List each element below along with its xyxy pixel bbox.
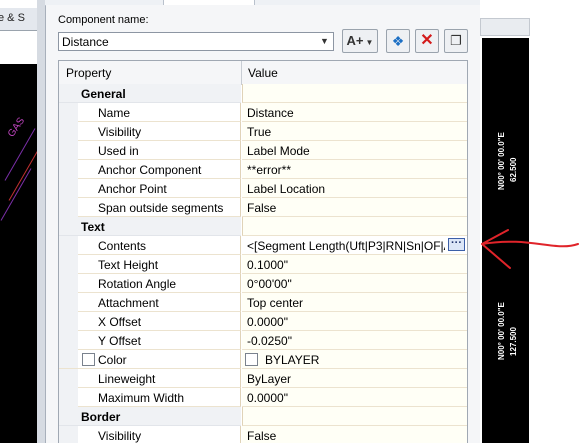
property-grid: Property Value − General Name Distance V… bbox=[58, 60, 468, 443]
cad-line bbox=[8, 148, 37, 201]
property-row-contents[interactable]: Contents <[Segment Length(Uft|P3|RN|Sn|O… bbox=[59, 236, 467, 255]
property-row-anchor-component[interactable]: Anchor Component **error** bbox=[59, 160, 467, 179]
dropdown-arrow-icon: ▼ bbox=[365, 38, 374, 47]
property-value[interactable]: Distance bbox=[247, 106, 294, 120]
property-row-y-offset[interactable]: Y Offset -0.0250" bbox=[59, 331, 467, 350]
delete-component-icon: ✕ bbox=[420, 32, 434, 49]
property-value[interactable]: False bbox=[247, 201, 276, 215]
add-text-icon: A+ bbox=[346, 33, 364, 48]
preview-bearing-text: N00° 00' 00.0"E bbox=[497, 302, 506, 360]
left-window-tab[interactable]: e & S bbox=[0, 8, 37, 31]
property-value[interactable]: 0°00'00" bbox=[247, 277, 292, 291]
component-name-label: Component name: bbox=[58, 14, 149, 26]
property-value[interactable]: 0.1000" bbox=[247, 258, 288, 272]
left-cad-viewport[interactable]: GAS bbox=[0, 64, 37, 443]
category-label: Text bbox=[81, 220, 105, 234]
component-name-value: Distance bbox=[62, 35, 109, 49]
property-row-anchor-point[interactable]: Anchor Point Label Location bbox=[59, 179, 467, 198]
component-name-select[interactable]: Distance ▼ bbox=[58, 32, 334, 51]
property-row-lineweight[interactable]: Lineweight ByLayer bbox=[59, 369, 467, 388]
property-name: Text Height bbox=[98, 258, 159, 272]
property-row-color[interactable]: Color BYLAYER bbox=[59, 350, 467, 369]
property-value[interactable]: ByLayer bbox=[247, 372, 291, 386]
property-value[interactable]: **error** bbox=[247, 163, 291, 177]
preview-toolbar bbox=[480, 18, 530, 36]
property-value[interactable]: Label Location bbox=[247, 182, 325, 196]
property-name: X Offset bbox=[98, 315, 142, 329]
property-name: Anchor Component bbox=[98, 163, 202, 177]
color-swatch bbox=[245, 353, 258, 366]
category-text[interactable]: − Text bbox=[59, 217, 467, 236]
cad-line bbox=[0, 168, 32, 221]
grid-header: Property Value bbox=[59, 61, 467, 85]
property-row-maximum-width[interactable]: Maximum Width 0.0000" bbox=[59, 388, 467, 407]
delete-component-button[interactable]: ✕ bbox=[415, 29, 439, 53]
property-row-used-in[interactable]: Used in Label Mode bbox=[59, 141, 467, 160]
add-component-button[interactable]: A+ ▼ bbox=[342, 29, 378, 53]
copy-component-icon: ❖ bbox=[391, 33, 405, 49]
property-value[interactable]: 0.0000" bbox=[247, 315, 288, 329]
ellipsis-button[interactable]: ··· bbox=[448, 238, 465, 251]
property-row-span-outside[interactable]: Span outside segments False bbox=[59, 198, 467, 217]
header-value: Value bbox=[248, 66, 278, 80]
label-style-layout-panel: Component name: Distance ▼ A+ ▼ ❖ ✕ ❐ Pro… bbox=[46, 5, 480, 443]
copy-component-button[interactable]: ❖ bbox=[386, 29, 410, 53]
property-name: Visibility bbox=[98, 429, 142, 443]
header-property: Property bbox=[66, 66, 112, 80]
property-row-x-offset[interactable]: X Offset 0.0000" bbox=[59, 312, 467, 331]
component-draw-order-icon: ❐ bbox=[450, 33, 462, 48]
property-name: Span outside segments bbox=[98, 201, 224, 215]
category-label: General bbox=[81, 87, 126, 101]
property-value[interactable]: -0.0250" bbox=[247, 334, 292, 348]
preview-distance-text: 62.500 bbox=[509, 157, 518, 182]
cad-line bbox=[4, 128, 36, 181]
dialog-frame-border bbox=[37, 0, 46, 443]
property-value[interactable]: BYLAYER bbox=[265, 353, 319, 367]
property-name: Maximum Width bbox=[98, 391, 185, 405]
preview-bearing-text: N00° 00' 00.0"E bbox=[497, 132, 506, 190]
contents-value[interactable]: <[Segment Length(Uft|P3|RN|Sn|OF|AP|GC|U… bbox=[247, 239, 445, 253]
left-tab-text: e & S bbox=[0, 12, 25, 24]
property-name: Rotation Angle bbox=[98, 277, 177, 291]
draw-order-button[interactable]: ❐ bbox=[444, 29, 468, 53]
property-row-attachment[interactable]: Attachment Top center bbox=[59, 293, 467, 312]
property-row-rotation-angle[interactable]: Rotation Angle 0°00'00" bbox=[59, 274, 467, 293]
property-name: Used in bbox=[98, 144, 139, 158]
header-separator[interactable] bbox=[241, 61, 242, 84]
category-border[interactable]: − Border bbox=[59, 407, 467, 426]
property-value[interactable]: True bbox=[247, 125, 271, 139]
annotation-arrow-icon bbox=[481, 229, 579, 269]
chevron-down-icon[interactable]: ▼ bbox=[317, 34, 332, 49]
property-name: Lineweight bbox=[98, 372, 156, 386]
property-row-visibility[interactable]: Visibility True bbox=[59, 122, 467, 141]
property-value[interactable]: 0.0000" bbox=[247, 391, 288, 405]
property-name: Contents bbox=[98, 239, 147, 253]
category-label: Border bbox=[81, 410, 121, 424]
property-row-text-height[interactable]: Text Height 0.1000" bbox=[59, 255, 467, 274]
cad-gas-label: GAS bbox=[5, 115, 28, 140]
property-name: Attachment bbox=[98, 296, 159, 310]
property-name: Visibility bbox=[98, 125, 142, 139]
preview-distance-text: 127.500 bbox=[509, 327, 518, 356]
property-value[interactable]: Top center bbox=[247, 296, 303, 310]
property-name: Color bbox=[98, 353, 127, 367]
left-drawing-area: e & S GAS bbox=[0, 0, 37, 443]
property-value[interactable]: False bbox=[247, 429, 276, 443]
property-value[interactable]: Label Mode bbox=[247, 144, 310, 158]
property-row-name[interactable]: Name Distance bbox=[59, 103, 467, 122]
category-general[interactable]: − General bbox=[59, 84, 467, 103]
color-checkbox[interactable] bbox=[82, 353, 95, 366]
property-row-border-visibility[interactable]: Visibility False bbox=[59, 426, 467, 443]
property-name: Y Offset bbox=[98, 334, 141, 348]
property-name: Anchor Point bbox=[98, 182, 167, 196]
property-name: Name bbox=[98, 106, 131, 120]
